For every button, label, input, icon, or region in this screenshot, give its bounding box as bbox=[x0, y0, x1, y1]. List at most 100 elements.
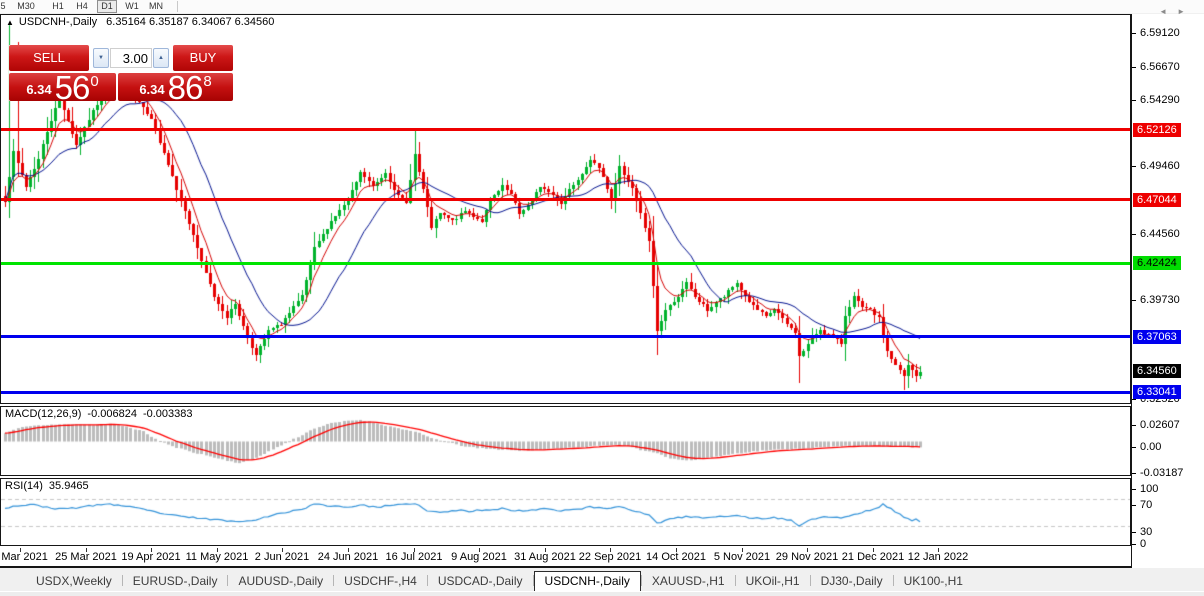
timeframe-button-w1[interactable]: W1 bbox=[122, 0, 142, 13]
timeframe-button-5[interactable]: 5 bbox=[0, 0, 9, 13]
rsi-title: RSI(14) bbox=[5, 480, 43, 492]
sell-price-sup: 0 bbox=[90, 73, 99, 90]
chart-window: ▲ USDCNH-,Daily 6.35164 6.35187 6.34067 6.… bbox=[0, 14, 1204, 568]
tab-usdx-weekly[interactable]: USDX,Weekly bbox=[26, 573, 122, 589]
timeframe-button-mn[interactable]: MN bbox=[146, 0, 166, 13]
macd-label: MACD(12,26,9) -0.006824 -0.003383 bbox=[5, 408, 199, 420]
rsi-canvas[interactable] bbox=[1, 479, 1130, 545]
rsi-value: 35.9465 bbox=[48, 480, 89, 492]
date-axis-label: 11 May 2021 bbox=[185, 551, 249, 563]
date-axis-label: 22 Sep 2021 bbox=[578, 551, 642, 563]
date-axis-label: 29 Nov 2021 bbox=[775, 551, 839, 563]
price-badge-6_37063: 6.37063 bbox=[1133, 330, 1181, 344]
tab-eurusd-daily[interactable]: EURUSD-,Daily bbox=[123, 573, 228, 589]
level-line-6_52126[interactable] bbox=[1, 128, 1130, 131]
tab-xauusd-h1[interactable]: XAUUSD-,H1 bbox=[642, 573, 735, 589]
sell-price-panel[interactable]: 6.34 56 0 bbox=[9, 69, 116, 106]
rsi-axis-label: 100 bbox=[1140, 483, 1159, 495]
spin-up-icon: ▲ bbox=[158, 55, 164, 61]
volume-input[interactable] bbox=[110, 48, 152, 68]
buy-button[interactable]: BUY bbox=[173, 45, 233, 71]
tab-ukoil-h1[interactable]: UKOil-,H1 bbox=[736, 573, 810, 589]
price-axis-label: 6.59120 bbox=[1140, 27, 1180, 39]
buy-price-panel[interactable]: 6.34 86 8 bbox=[118, 69, 233, 106]
date-axis-label: 14 Oct 2021 bbox=[646, 551, 706, 563]
timeframe-button-d1[interactable]: D1 bbox=[97, 0, 117, 13]
date-axis-label: 19 Apr 2021 bbox=[121, 551, 181, 563]
price-axis: 6.59120 6.56670 6.54290 6.49460 6.44560 6.397… bbox=[1131, 14, 1204, 568]
tab-scroll-arrows-icon[interactable]: ◄► bbox=[1159, 7, 1195, 16]
timeframe-button-m30[interactable]: M30 bbox=[13, 0, 39, 13]
chart-symbol-label: USDCNH-,Daily bbox=[18, 16, 98, 28]
tab-usdchf-h4[interactable]: USDCHF-,H4 bbox=[334, 573, 427, 589]
macd-axis-label: -0.03187 bbox=[1140, 467, 1184, 479]
axis-tick bbox=[1132, 300, 1136, 301]
tab-dj30-daily[interactable]: DJ30-,Daily bbox=[811, 573, 893, 589]
macd-axis-label: 0.00 bbox=[1140, 441, 1162, 453]
date-axis-label: 21 Dec 2021 bbox=[841, 551, 905, 563]
rsi-axis-label: 70 bbox=[1140, 499, 1153, 511]
buy-price-sup: 8 bbox=[203, 73, 212, 90]
level-line-6_37063[interactable] bbox=[1, 335, 1130, 338]
one-click-trading-widget: SELL ▼ ▲ BUY 6.34560 6.34868 bbox=[9, 45, 233, 106]
macd-signal-value: -0.003383 bbox=[142, 408, 193, 420]
price-axis-label: 6.56670 bbox=[1140, 61, 1180, 73]
rsi-axis-label: 30 bbox=[1140, 526, 1153, 538]
price-axis-label: 6.44560 bbox=[1140, 228, 1180, 240]
price-badge-6_33041: 6.33041 bbox=[1133, 385, 1181, 399]
date-axis-label: 3 Mar 2021 bbox=[0, 551, 48, 563]
date-axis-label: 25 Mar 2021 bbox=[55, 551, 117, 563]
rsi-indicator-panel: RSI(14) 35.9465 bbox=[0, 478, 1131, 546]
date-axis-label: 24 Jun 2021 bbox=[317, 551, 379, 563]
one-click-toggle-arrow[interactable]: ▲ bbox=[6, 18, 14, 27]
level-line-6_42424[interactable] bbox=[1, 262, 1130, 265]
axis-tick bbox=[1132, 166, 1136, 167]
chart-ohlc-header: ▲ USDCNH-,Daily 6.35164 6.35187 6.34067 6.… bbox=[6, 16, 274, 28]
volume-decrease-button[interactable]: ▼ bbox=[93, 48, 109, 68]
buy-price-big: 86 bbox=[167, 69, 204, 106]
rsi-label: RSI(14) 35.9465 bbox=[5, 480, 95, 492]
main-chart-panel: ▲ USDCNH-,Daily 6.35164 6.35187 6.34067 6.… bbox=[0, 14, 1131, 404]
price-axis-label: 6.54290 bbox=[1140, 94, 1180, 106]
price-axis-label: 6.39730 bbox=[1140, 294, 1180, 306]
price-badge-6_47044: 6.47044 bbox=[1133, 193, 1181, 207]
axis-tick bbox=[1132, 489, 1136, 490]
bottom-strip bbox=[0, 591, 1204, 596]
tab-uk100-h1[interactable]: UK100-,H1 bbox=[894, 573, 973, 589]
spin-down-icon: ▼ bbox=[98, 55, 104, 61]
price-badge-6_42424: 6.42424 bbox=[1133, 256, 1181, 270]
date-axis-label: 16 Jul 2021 bbox=[385, 551, 443, 563]
sell-price-prefix: 6.34 bbox=[26, 82, 52, 97]
volume-increase-button[interactable]: ▲ bbox=[153, 48, 169, 68]
price-axis-label: 6.49460 bbox=[1140, 160, 1180, 172]
timeframe-button-h1[interactable]: H1 bbox=[49, 0, 67, 13]
timeframe-button-h4[interactable]: H4 bbox=[73, 0, 91, 13]
axis-tick bbox=[1132, 505, 1136, 506]
macd-title: MACD(12,26,9) bbox=[5, 408, 82, 420]
axis-tick bbox=[1132, 399, 1136, 400]
date-axis-label: 12 Jan 2022 bbox=[907, 551, 969, 563]
axis-tick bbox=[1132, 100, 1136, 101]
macd-indicator-panel: MACD(12,26,9) -0.006824 -0.003383 bbox=[0, 406, 1131, 476]
macd-main-value: -0.006824 bbox=[87, 408, 137, 420]
price-badge-6_52126: 6.52126 bbox=[1133, 123, 1181, 137]
axis-tick bbox=[1132, 473, 1136, 474]
sell-button[interactable]: SELL bbox=[9, 45, 89, 71]
toolbar-separator bbox=[177, 1, 178, 12]
rsi-axis-label: 0 bbox=[1140, 538, 1147, 550]
tab-usdcad-daily[interactable]: USDCAD-,Daily bbox=[428, 573, 533, 589]
symbol-tab-bar: USDX,Weekly EURUSD-,Daily AUDUSD-,Daily USD… bbox=[0, 570, 1204, 591]
chart-ohlc-values: 6.35164 6.35187 6.34067 6.34560 bbox=[106, 16, 275, 28]
date-axis-label: 31 Aug 2021 bbox=[514, 551, 576, 563]
axis-tick bbox=[1132, 425, 1136, 426]
axis-tick bbox=[1132, 33, 1136, 34]
sell-price-big: 56 bbox=[54, 69, 91, 106]
level-line-6_33041[interactable] bbox=[1, 391, 1130, 394]
date-axis-label: 2 Jun 2021 bbox=[254, 551, 310, 563]
price-badge-6_34560: 6.34560 bbox=[1133, 364, 1181, 378]
level-line-6_47044[interactable] bbox=[1, 198, 1130, 201]
tab-audusd-daily[interactable]: AUDUSD-,Daily bbox=[228, 573, 333, 589]
macd-axis-label: 0.02607 bbox=[1140, 419, 1180, 431]
axis-tick bbox=[1132, 67, 1136, 68]
tab-usdcnh-daily[interactable]: USDCNH-,Daily bbox=[533, 570, 641, 591]
